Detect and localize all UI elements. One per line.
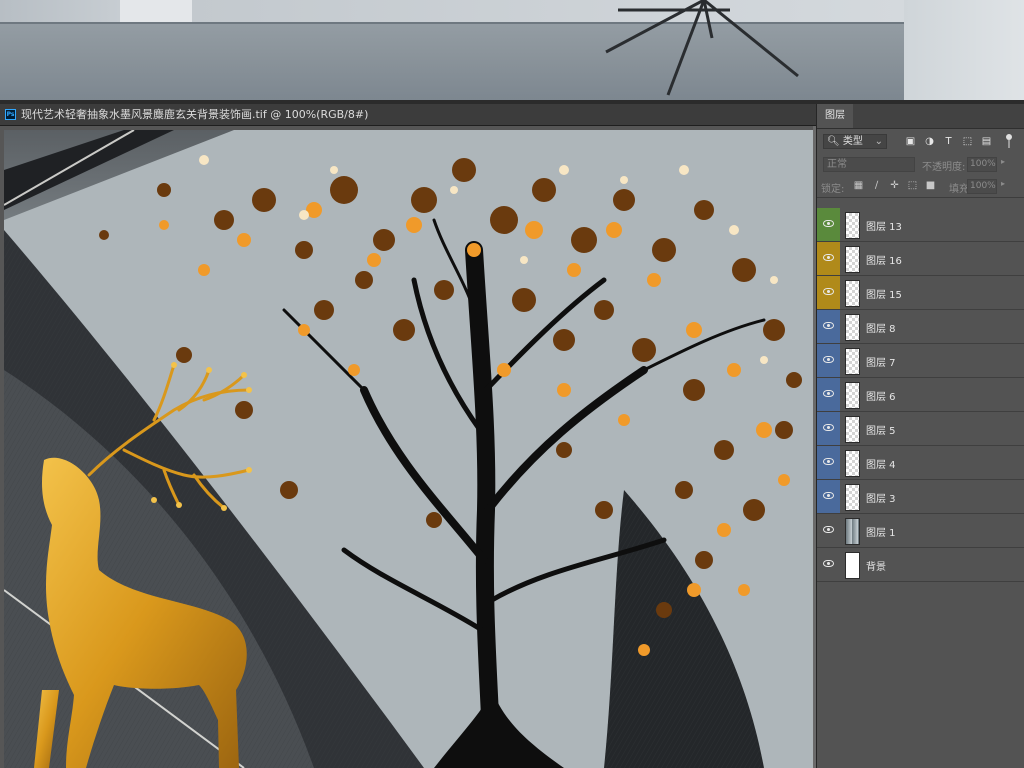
lock-transparent-icon[interactable]: ▦: [850, 178, 867, 193]
eye-icon: [823, 560, 834, 567]
layer-row[interactable]: 图层 1: [817, 514, 1024, 548]
layer-row[interactable]: 图层 7: [817, 344, 1024, 378]
opacity-dropdown-icon[interactable]: ▸: [1001, 157, 1005, 166]
layer-name[interactable]: 图层 13: [866, 218, 902, 233]
layer-thumbnail[interactable]: [845, 212, 860, 239]
eye-icon: [823, 390, 834, 397]
layer-row[interactable]: 图层 8: [817, 310, 1024, 344]
layer-visibility-toggle[interactable]: [817, 242, 840, 275]
layer-list: 图层 13 图层 16 图层 15 图层 8 图层 7 图层 6 图层 5 图层 4 图层 3 图…: [817, 208, 1024, 582]
filter-icons: ▣ ◑ T ⬚ ▤: [903, 134, 994, 149]
lock-artboard-icon[interactable]: ⬚: [904, 178, 921, 193]
eye-icon: [823, 322, 834, 329]
type-filter-icon[interactable]: T: [941, 134, 956, 149]
search-icon: 🔍︎: [827, 136, 840, 147]
layer-thumbnail[interactable]: [845, 382, 860, 409]
layer-row[interactable]: 图层 5: [817, 412, 1024, 446]
layer-row[interactable]: 背景: [817, 548, 1024, 582]
layer-name[interactable]: 背景: [866, 558, 886, 573]
lock-label: 锁定:: [821, 184, 845, 195]
layer-thumbnail[interactable]: [845, 314, 860, 341]
layer-row[interactable]: 图层 4: [817, 446, 1024, 480]
layer-visibility-toggle[interactable]: [817, 208, 840, 241]
layer-visibility-toggle[interactable]: [817, 446, 840, 479]
eye-icon: [823, 424, 834, 431]
layer-name[interactable]: 图层 1: [866, 524, 896, 539]
layer-visibility-toggle[interactable]: [817, 344, 840, 377]
fill-dropdown-icon[interactable]: ▸: [1001, 179, 1005, 188]
eye-icon: [823, 356, 834, 363]
layer-row[interactable]: 图层 6: [817, 378, 1024, 412]
layer-thumbnail[interactable]: [845, 518, 860, 545]
document-tab[interactable]: Ps 现代艺术轻奢抽象水墨风景麋鹿玄关背景装饰画.tif @ 100%(RGB/…: [0, 104, 816, 126]
layer-thumbnail[interactable]: [845, 450, 860, 477]
opacity-input[interactable]: 100%: [967, 157, 997, 172]
filter-kind-label: 类型: [842, 136, 863, 147]
opacity-label: 不透明度:: [922, 162, 966, 173]
fill-input[interactable]: 100%: [967, 179, 997, 194]
layer-visibility-toggle[interactable]: [817, 378, 840, 411]
layer-visibility-toggle[interactable]: [817, 548, 840, 581]
layers-panel: 图层 🔍︎ 类型 ⌄ ▣ ◑ T ⬚ ▤ 正常 不透明度: 100% ▸ 锁定:…: [816, 104, 1024, 768]
lock-move-icon[interactable]: ✛: [886, 178, 903, 193]
artwork-graphic: [4, 130, 813, 768]
layer-row[interactable]: 图层 15: [817, 276, 1024, 310]
layer-name[interactable]: 图层 3: [866, 490, 896, 505]
layer-thumbnail[interactable]: [845, 348, 860, 375]
chevron-down-icon: ⌄: [874, 136, 883, 147]
blend-row: 正常 不透明度: 100% ▸: [817, 153, 1024, 175]
layer-name[interactable]: 图层 15: [866, 286, 902, 301]
chair-legs-graphic: [605, 0, 799, 96]
document-title: 现代艺术轻奢抽象水墨风景麋鹿玄关背景装饰画.tif @ 100%(RGB/8#): [21, 108, 369, 121]
layer-thumbnail[interactable]: [845, 416, 860, 443]
preview-room-photo: [0, 0, 1024, 100]
lock-row: 锁定: ▦ ∕ ✛ ⬚ ■ 填充: 100% ▸: [817, 175, 1024, 198]
filter-toggle-bar: [1008, 140, 1010, 148]
layer-visibility-toggle[interactable]: [817, 514, 840, 547]
shape-filter-icon[interactable]: ⬚: [960, 134, 975, 149]
layer-name[interactable]: 图层 5: [866, 422, 896, 437]
eye-icon: [823, 492, 834, 499]
layer-visibility-toggle[interactable]: [817, 412, 840, 445]
lock-paint-icon[interactable]: ∕: [868, 178, 885, 193]
tab-layers[interactable]: 图层: [817, 104, 853, 128]
layers-panel-header: 图层: [817, 104, 1024, 129]
layer-visibility-toggle[interactable]: [817, 480, 840, 513]
eye-icon: [823, 254, 834, 261]
layer-thumbnail[interactable]: [845, 246, 860, 273]
blend-mode-select[interactable]: 正常: [823, 157, 915, 172]
lock-all-icon[interactable]: ■: [922, 178, 939, 193]
layer-row[interactable]: 图层 16: [817, 242, 1024, 276]
eye-icon: [823, 458, 834, 465]
layer-name[interactable]: 图层 8: [866, 320, 896, 335]
eye-icon: [823, 220, 834, 227]
layer-name[interactable]: 图层 4: [866, 456, 896, 471]
eye-icon: [823, 288, 834, 295]
layer-row[interactable]: 图层 13: [817, 208, 1024, 242]
eye-icon: [823, 526, 834, 533]
layer-row[interactable]: 图层 3: [817, 480, 1024, 514]
lock-icons: ▦ ∕ ✛ ⬚ ■: [850, 178, 939, 193]
layer-thumbnail[interactable]: [845, 552, 860, 579]
smart-object-filter-icon[interactable]: ▤: [979, 134, 994, 149]
layer-thumbnail[interactable]: [845, 484, 860, 511]
adjustment-filter-icon[interactable]: ◑: [922, 134, 937, 149]
layer-name[interactable]: 图层 6: [866, 388, 896, 403]
layer-name[interactable]: 图层 16: [866, 252, 902, 267]
layer-thumbnail[interactable]: [845, 280, 860, 307]
filter-kind-select[interactable]: 🔍︎ 类型 ⌄: [823, 134, 887, 149]
layer-visibility-toggle[interactable]: [817, 276, 840, 309]
document-canvas[interactable]: [4, 130, 813, 768]
layer-filter-row: 🔍︎ 类型 ⌄ ▣ ◑ T ⬚ ▤: [817, 129, 1024, 153]
layer-name[interactable]: 图层 7: [866, 354, 896, 369]
image-filter-icon[interactable]: ▣: [903, 134, 918, 149]
photoshop-icon: Ps: [5, 109, 16, 120]
layer-visibility-toggle[interactable]: [817, 310, 840, 343]
